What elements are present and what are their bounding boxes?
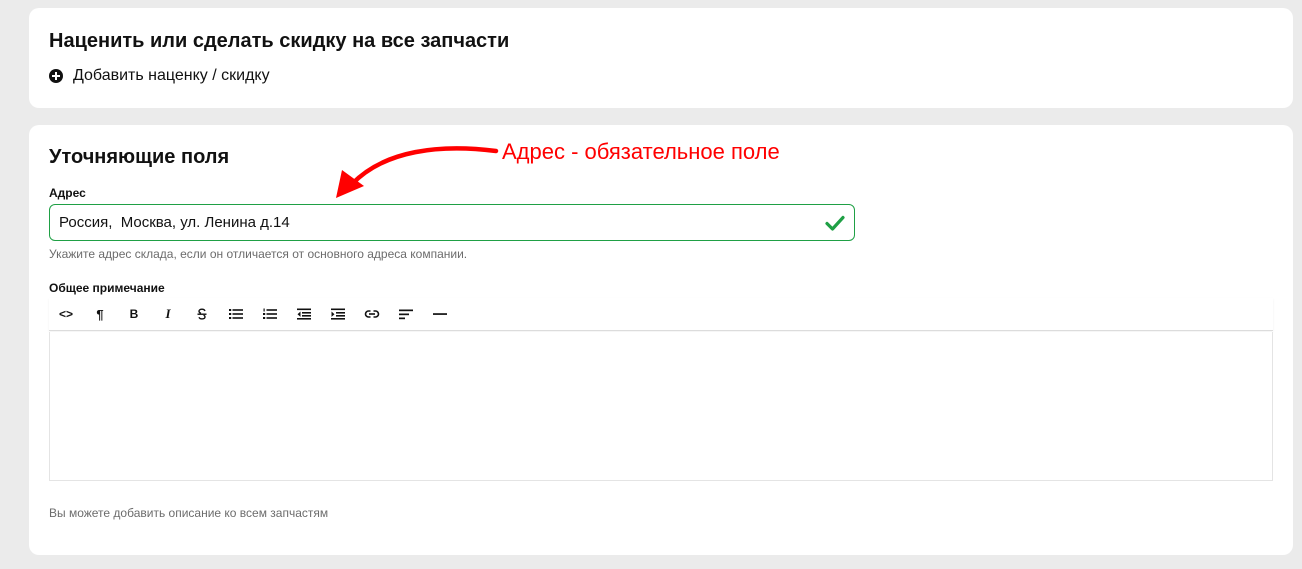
plus-circle-icon — [49, 69, 63, 83]
paragraph-button[interactable]: ¶ — [83, 298, 117, 331]
annotation-text: Адрес - обязательное поле — [502, 139, 780, 164]
italic-icon: I — [165, 306, 171, 321]
link-icon — [364, 310, 380, 318]
align-left-button[interactable] — [389, 298, 423, 331]
address-hint: Укажите адрес склада, если он отличается… — [49, 247, 468, 261]
numbered-list-icon — [263, 308, 277, 319]
outdent-button[interactable] — [287, 298, 321, 331]
bullet-list-icon — [229, 309, 243, 319]
link-button[interactable] — [355, 298, 389, 331]
numbered-list-button[interactable] — [253, 298, 287, 331]
markup-card: Наценить или сделать скидку на все запча… — [29, 8, 1293, 108]
note-hint: Вы можете добавить описание ко всем запч… — [49, 506, 329, 520]
bold-button[interactable]: B — [117, 298, 151, 331]
strikethrough-icon — [197, 308, 207, 320]
strikethrough-button[interactable] — [185, 298, 219, 331]
indent-button[interactable] — [321, 298, 355, 331]
align-left-icon — [399, 309, 413, 319]
horizontal-rule-button[interactable] — [423, 298, 457, 331]
horizontal-rule-icon — [433, 313, 447, 315]
details-section-title: Уточняющие поля — [49, 146, 230, 168]
check-icon — [825, 215, 845, 231]
outdent-icon — [297, 308, 311, 320]
add-markup-label: Добавить наценку / скидку — [73, 67, 270, 84]
note-editor[interactable] — [49, 332, 1273, 481]
markup-section-title: Наценить или сделать скидку на все запча… — [49, 30, 510, 52]
indent-icon — [331, 308, 345, 320]
code-button[interactable]: <> — [49, 298, 83, 331]
bullet-list-button[interactable] — [219, 298, 253, 331]
address-label: Адрес — [49, 186, 86, 200]
editor-toolbar: <> ¶ B I — [49, 298, 1273, 331]
bold-icon: B — [129, 307, 139, 321]
annotation-arrow-icon — [336, 146, 499, 198]
italic-button[interactable]: I — [151, 298, 185, 331]
details-card: Уточняющие поля Адрес Укажите адрес скла… — [29, 125, 1293, 555]
paragraph-icon: ¶ — [96, 306, 104, 322]
note-label: Общее примечание — [49, 281, 165, 295]
add-markup-button[interactable]: Добавить наценку / скидку — [49, 67, 270, 85]
code-icon: <> — [58, 307, 73, 321]
address-input[interactable] — [49, 204, 855, 241]
